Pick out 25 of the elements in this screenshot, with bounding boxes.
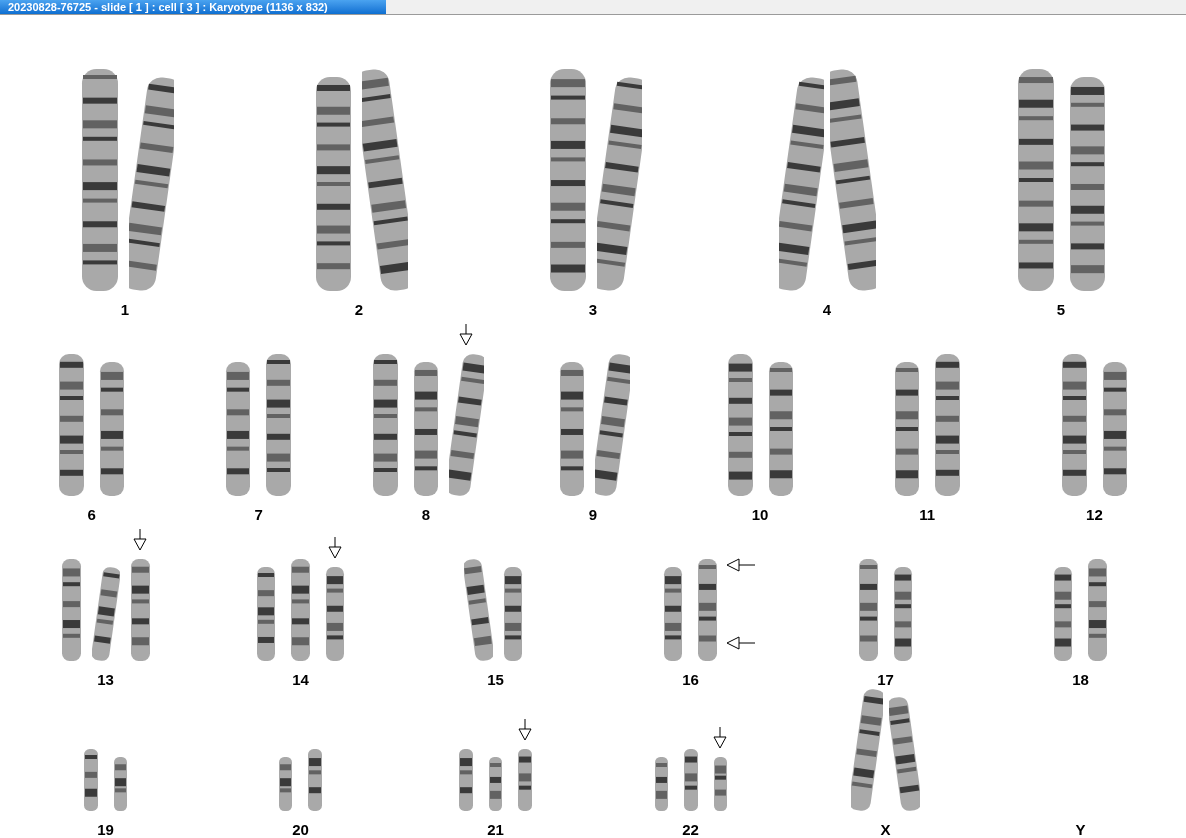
- window-title[interactable]: 20230828-76725 - slide [ 1 ] : cell [ 3 ] : Karyotype (1136 x 832): [0, 0, 386, 14]
- chromosome-label: Y: [1075, 821, 1086, 838]
- chromosome-label: 8: [421, 506, 430, 524]
- chromosome-label: 12: [1086, 506, 1103, 524]
- chromosome-label: 15: [487, 671, 504, 689]
- chromosome-label: 9: [588, 506, 598, 524]
- chromosome-label: 18: [1072, 671, 1089, 689]
- chromosome-label: 3: [588, 301, 598, 319]
- chromosome-label: 10: [751, 506, 769, 524]
- chromosome-label: X: [880, 821, 891, 838]
- chromosome-label: 21: [487, 821, 504, 838]
- chromosome-label: 19: [97, 821, 114, 838]
- chromosome-label: 14: [292, 671, 309, 689]
- chromosome-label: 22: [682, 821, 699, 838]
- chromosome-label: 4: [822, 301, 832, 319]
- chromosome-label: 17: [877, 671, 894, 689]
- chromosome-label: 11: [919, 506, 936, 524]
- chromosome-label: 16: [682, 671, 699, 689]
- chromosome-label: 2: [354, 301, 364, 319]
- chromosome-label: 1: [120, 301, 130, 319]
- chromosome-label: 6: [87, 506, 96, 524]
- chromosome-label: 7: [254, 506, 263, 524]
- chromosome-label: 20: [292, 821, 309, 838]
- chromosome-label: 13: [97, 671, 114, 689]
- chromosome-label: 5: [1056, 301, 1066, 319]
